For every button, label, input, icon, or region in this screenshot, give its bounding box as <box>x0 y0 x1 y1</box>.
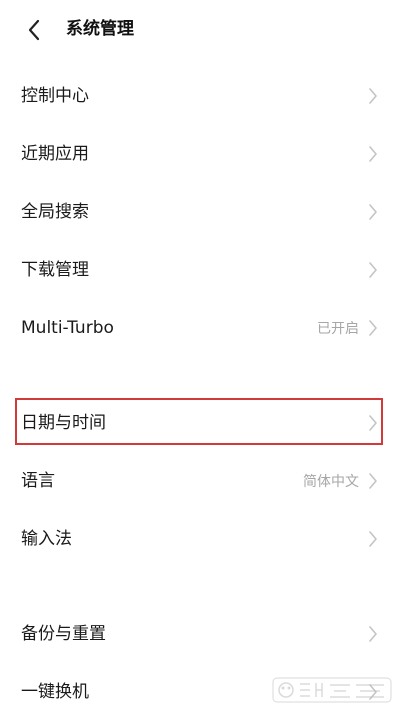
settings-row-multi-turbo[interactable]: Multi-Turbo 已开启 <box>0 299 402 357</box>
row-label: 下载管理 <box>21 260 89 280</box>
row-label: 一键换机 <box>21 682 89 702</box>
row-label: 备份与重置 <box>21 624 106 644</box>
chevron-right-icon <box>369 473 377 489</box>
row-label: 语言 <box>21 471 55 491</box>
top-bar: 系统管理 <box>0 0 402 58</box>
row-label: 全局搜索 <box>21 202 89 222</box>
back-button[interactable] <box>18 14 50 46</box>
settings-row-language[interactable]: 语言 简体中文 <box>0 452 402 510</box>
row-label: 日期与时间 <box>21 413 106 433</box>
chevron-right-icon <box>369 262 377 278</box>
chevron-right-icon <box>369 88 377 104</box>
settings-row-recent-apps[interactable]: 近期应用 <box>0 125 402 183</box>
row-value: 已开启 <box>317 321 359 337</box>
chevron-right-icon <box>369 204 377 220</box>
row-label: 控制中心 <box>21 86 89 106</box>
chevron-right-icon <box>369 626 377 642</box>
chevron-right-icon <box>369 146 377 162</box>
settings-row-input-method[interactable]: 输入法 <box>0 510 402 568</box>
settings-row-control-center[interactable]: 控制中心 <box>0 67 402 125</box>
page-title: 系统管理 <box>66 19 134 39</box>
settings-row-backup-reset[interactable]: 备份与重置 <box>0 605 402 663</box>
chevron-left-icon <box>28 19 40 41</box>
row-label: Multi-Turbo <box>21 318 114 338</box>
settings-row-download-manager[interactable]: 下载管理 <box>0 241 402 299</box>
chevron-right-icon <box>369 415 377 431</box>
settings-row-date-time[interactable]: 日期与时间 <box>0 394 402 452</box>
chevron-right-icon <box>369 320 377 336</box>
chevron-right-icon <box>369 531 377 547</box>
row-label: 输入法 <box>21 529 72 549</box>
row-label: 近期应用 <box>21 144 89 164</box>
settings-row-global-search[interactable]: 全局搜索 <box>0 183 402 241</box>
row-value: 简体中文 <box>303 474 359 490</box>
watermark-logo <box>272 677 392 703</box>
